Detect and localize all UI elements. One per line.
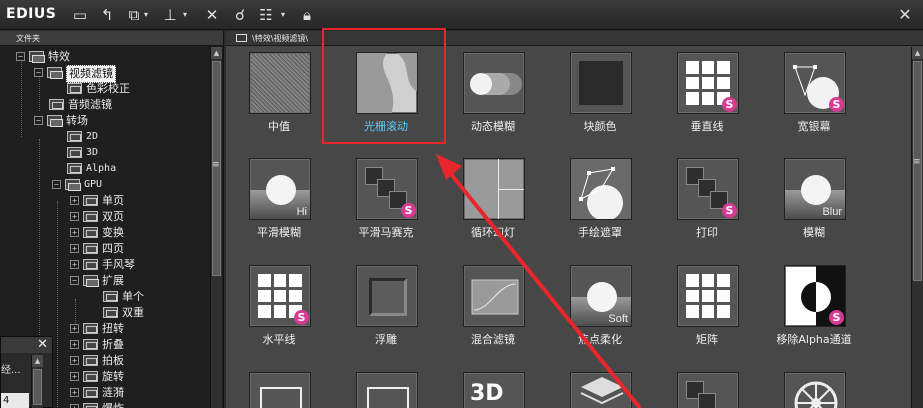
annotation-arrow <box>436 154 642 408</box>
